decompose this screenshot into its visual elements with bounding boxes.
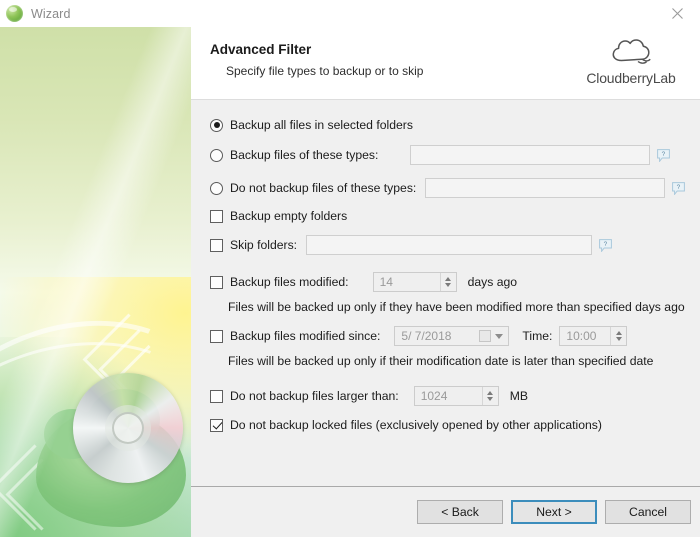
days-ago-value[interactable]: 14 [374,275,440,289]
back-button[interactable]: < Back [417,500,503,524]
pane-footer: < Back Next > Cancel [191,486,700,537]
window-title: Wizard [31,6,71,21]
days-ago-unit-label: days ago [467,275,518,289]
cloudberrylab-logo: CloudberryLab [576,35,686,86]
option-backup-files-modified-days[interactable]: Backup files modified: 14 days ago [210,272,517,292]
pane-header: Advanced Filter Specify file types to ba… [191,27,700,100]
wizard-pane: Advanced Filter Specify file types to ba… [191,27,700,537]
checkbox-backup-empty-folders[interactable] [210,209,223,223]
radio-backup-file-types[interactable] [210,148,223,162]
option-label: Backup files modified: [230,275,349,289]
stepper-arrows-icon[interactable] [610,327,626,345]
banner-disc-icon [73,373,183,483]
option-max-file-size[interactable]: Do not backup files larger than: 1024 MB [210,386,528,406]
max-file-size-stepper[interactable]: 1024 [413,386,499,406]
modified-since-date-value[interactable]: 5/ 7/2018 [395,329,479,343]
help-balloon-icon[interactable]: ? [657,148,671,162]
option-label: Do not backup files of these types: [230,181,417,195]
option-label: Do not backup files larger than: [230,389,399,403]
option-label: Backup files modified since: [230,329,381,343]
option-backup-all-files[interactable]: Backup all files in selected folders [210,118,413,132]
cloud-icon [612,39,651,64]
max-file-size-unit-label: MB [509,389,528,403]
checkbox-backup-files-modified-days[interactable] [210,275,223,289]
modified-since-note: Files will be backed up only if their mo… [228,354,654,368]
option-backup-files-modified-since[interactable]: Backup files modified since: 5/ 7/2018 T… [210,326,628,346]
page-subtitle: Specify file types to backup or to skip [226,64,424,78]
svg-text:?: ? [604,241,608,248]
checkbox-skip-locked-files[interactable] [210,418,223,432]
radio-backup-all-files[interactable] [210,118,223,132]
radio-skip-file-types[interactable] [210,181,223,195]
wizard-window: Wizard Advanced Filter Specify file type… [0,0,700,537]
green-sphere-icon [6,5,23,22]
option-label: Backup all files in selected folders [230,118,413,132]
cancel-button[interactable]: Cancel [605,500,691,524]
wizard-side-banner [0,27,191,537]
modified-days-note: Files will be backed up only if they hav… [228,300,685,314]
close-icon[interactable] [655,0,700,27]
checkbox-skip-folders[interactable] [210,238,223,252]
next-button[interactable]: Next > [511,500,597,524]
option-skip-locked-files[interactable]: Do not backup locked files (exclusively … [210,418,602,432]
option-backup-empty-folders[interactable]: Backup empty folders [210,209,347,223]
page-title: Advanced Filter [210,42,312,57]
option-label: Backup empty folders [230,209,348,223]
option-label: Do not backup locked files (exclusively … [230,418,602,432]
option-skip-folders[interactable]: Skip folders: ? [210,235,612,255]
checkbox-max-file-size[interactable] [210,389,223,403]
modified-since-time-stepper[interactable]: 10:00 [559,326,628,346]
days-ago-stepper[interactable]: 14 [372,272,457,292]
option-backup-file-types[interactable]: Backup files of these types: ? [210,145,671,165]
modified-since-time-value[interactable]: 10:00 [560,329,610,343]
stepper-arrows-icon[interactable] [439,273,456,291]
time-label: Time: [522,329,553,343]
max-file-size-value[interactable]: 1024 [415,389,482,403]
help-balloon-icon[interactable]: ? [599,238,612,252]
option-label: Backup files of these types: [230,148,379,162]
title-bar: Wizard [0,0,700,27]
modified-since-date-picker[interactable]: 5/ 7/2018 [394,326,510,346]
stepper-arrows-icon[interactable] [481,387,498,405]
logo-text: CloudberryLab [586,70,676,86]
svg-text:?: ? [677,184,681,191]
option-label: Skip folders: [230,238,298,252]
skip-folders-input[interactable] [306,235,593,255]
chevron-down-icon[interactable] [495,333,504,339]
pane-body: Backup all files in selected folders Bac… [191,100,700,513]
svg-text:?: ? [662,151,666,158]
help-balloon-icon[interactable]: ? [672,181,686,195]
calendar-icon[interactable] [479,330,492,342]
option-skip-file-types[interactable]: Do not backup files of these types: ? [210,178,686,198]
checkbox-backup-files-modified-since[interactable] [210,329,223,343]
skip-file-types-input[interactable] [425,178,666,198]
backup-file-types-input[interactable] [410,145,651,165]
